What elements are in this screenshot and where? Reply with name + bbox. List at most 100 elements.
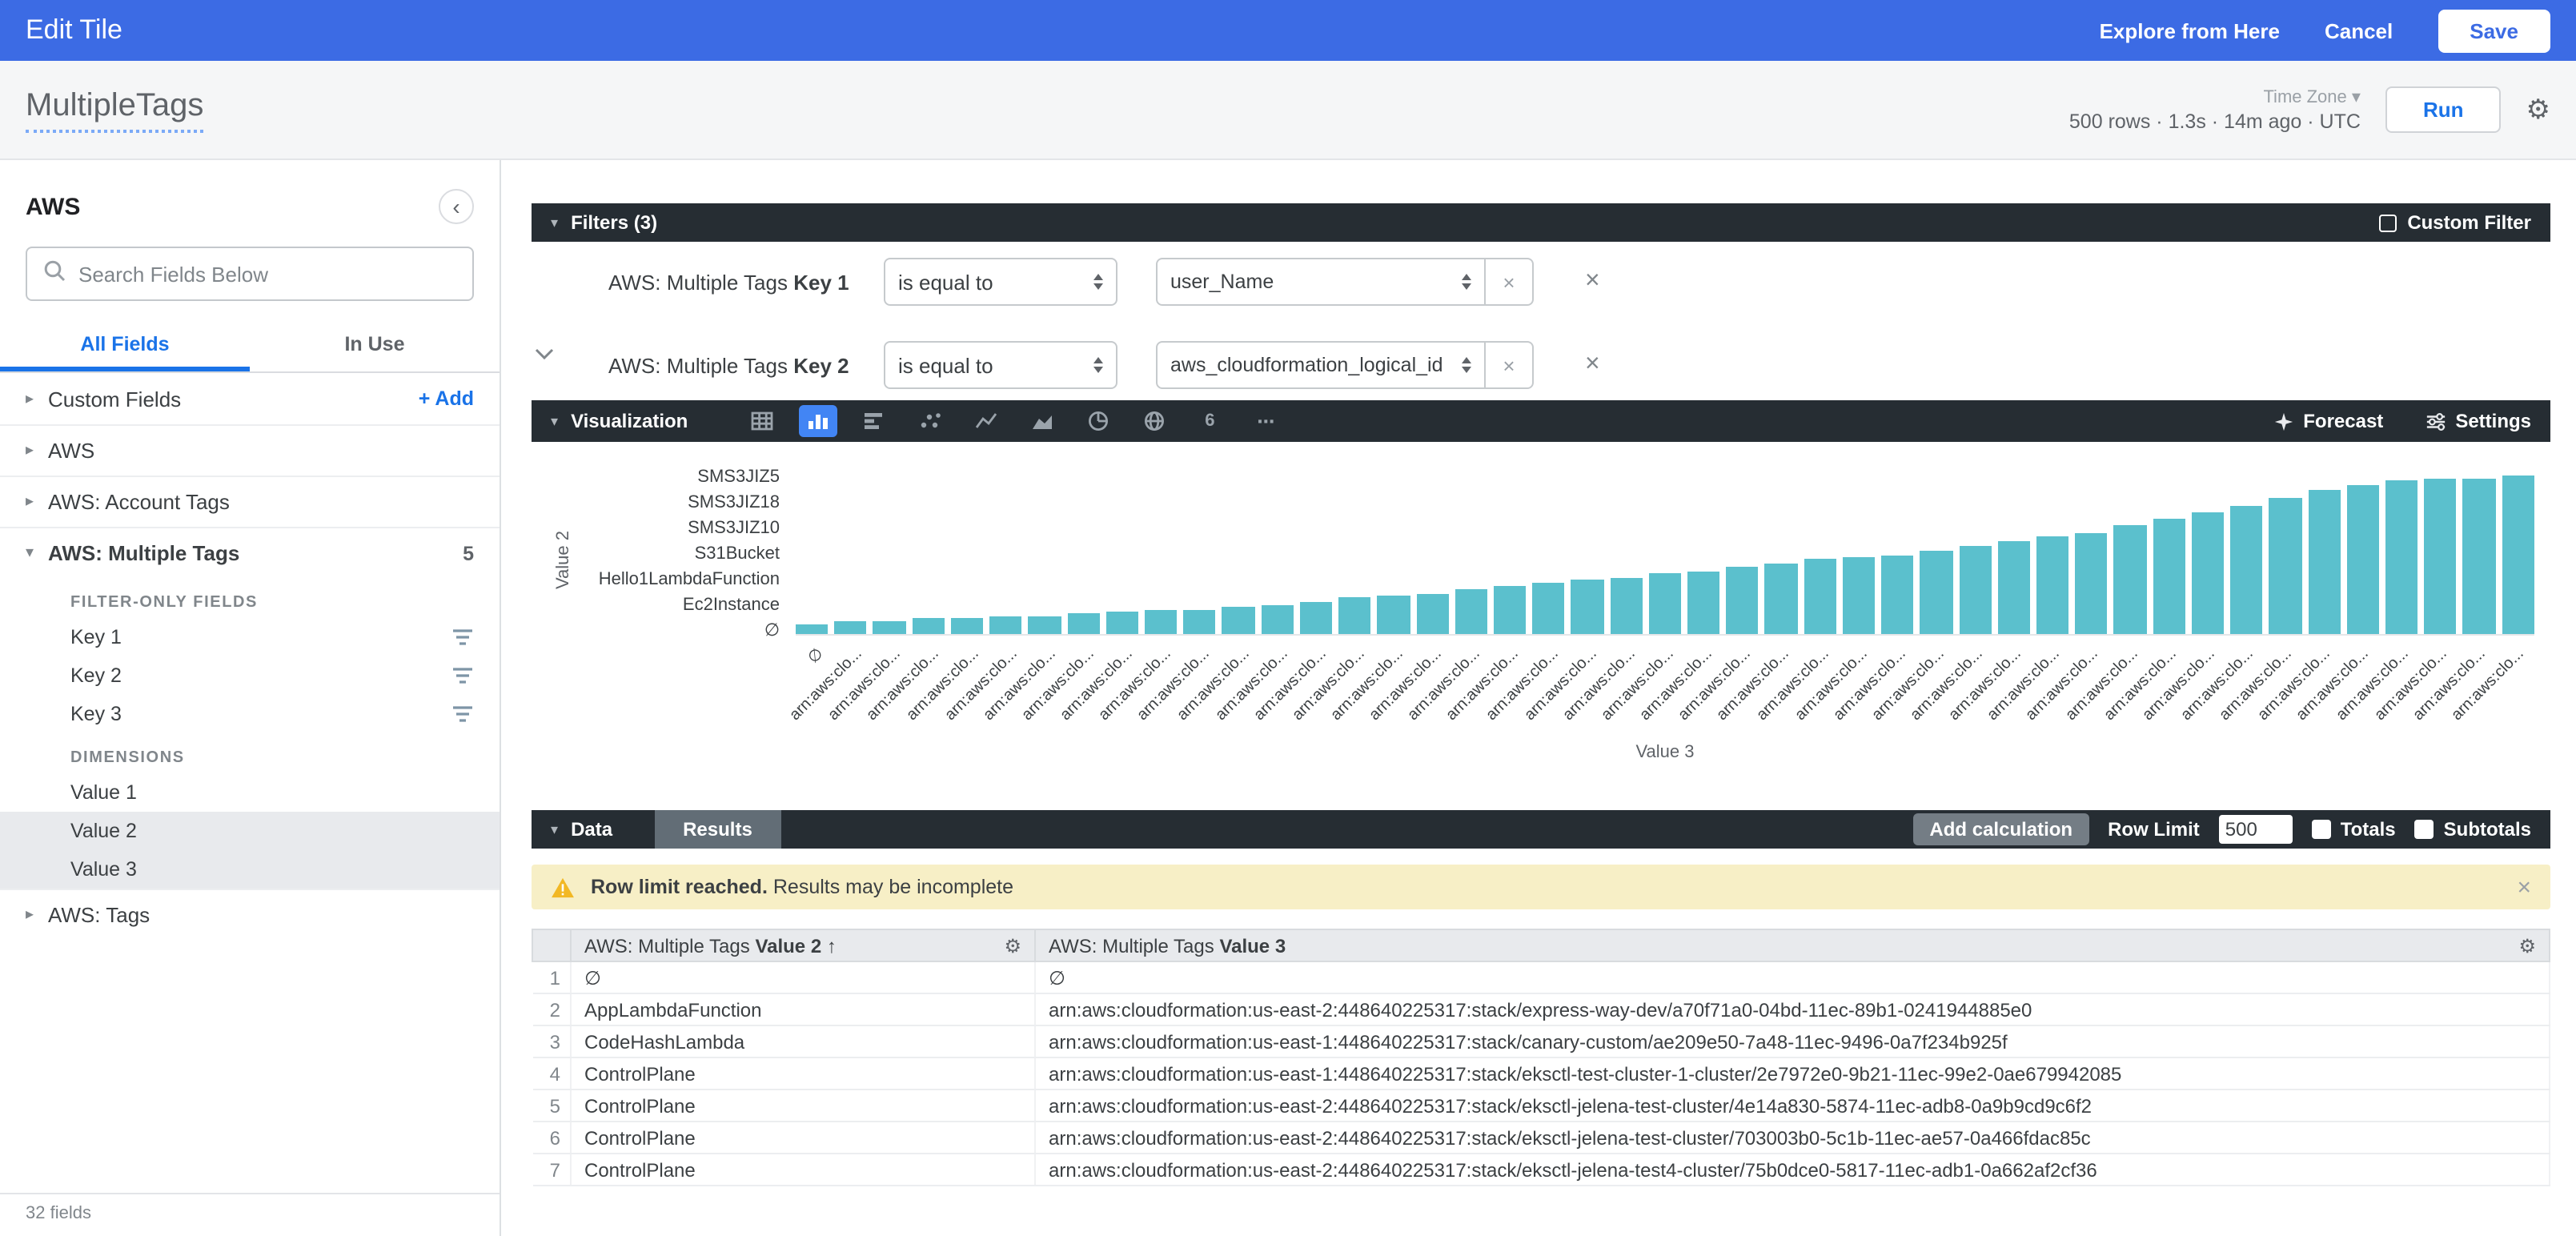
- dimension-row[interactable]: Value 2: [0, 812, 500, 850]
- chart-bar[interactable]: [2036, 537, 2068, 634]
- chart-bar[interactable]: [2114, 526, 2146, 634]
- chart-bar[interactable]: [1998, 541, 2030, 634]
- visualization-panel-header[interactable]: ▾ Visualization: [532, 400, 2550, 442]
- query-settings-gear-icon[interactable]: ⚙: [2526, 94, 2551, 126]
- chart-bar[interactable]: [1455, 589, 1487, 634]
- viz-type-more-icon[interactable]: ⋯: [1246, 405, 1285, 437]
- chart-bar[interactable]: [2269, 499, 2301, 634]
- cell-value3[interactable]: arn:aws:cloudformation:us-east-1:4486402…: [1035, 1025, 2550, 1057]
- viz-type-area-chart-icon[interactable]: [1022, 405, 1061, 437]
- row-limit-input[interactable]: [2219, 815, 2293, 844]
- add-custom-field-button[interactable]: + Add: [419, 387, 474, 410]
- chart-bar[interactable]: [2075, 532, 2107, 634]
- save-button[interactable]: Save: [2438, 9, 2550, 52]
- cell-value3[interactable]: arn:aws:cloudformation:us-east-2:4486402…: [1035, 1122, 2550, 1154]
- add-calculation-button[interactable]: Add calculation: [1913, 813, 2088, 845]
- chart-bar[interactable]: [2153, 519, 2185, 634]
- viz-type-single-value-icon[interactable]: 6: [1190, 405, 1229, 437]
- viz-type-bar-chart-icon[interactable]: [854, 405, 893, 437]
- chart-bar[interactable]: [1881, 555, 1913, 634]
- chart-bar[interactable]: [2192, 512, 2224, 634]
- chart-bar[interactable]: [1222, 607, 1254, 634]
- sidebar-item-aws[interactable]: ▸ AWS: [0, 424, 500, 476]
- chart-bar[interactable]: [1571, 580, 1603, 634]
- chart-bar[interactable]: [1804, 560, 1836, 634]
- chart-bar[interactable]: [1183, 609, 1215, 634]
- remove-filter-icon[interactable]: ×: [1585, 351, 1600, 379]
- column-header-value2[interactable]: AWS: Multiple Tags Value 2 ↑ ⚙: [571, 929, 1035, 961]
- chart-bar[interactable]: [989, 616, 1021, 634]
- chart-bar[interactable]: [912, 618, 944, 634]
- chart-bar[interactable]: [1145, 609, 1177, 634]
- chart-bar[interactable]: [873, 620, 905, 634]
- sidebar-item-tags[interactable]: ▸ AWS: Tags: [0, 889, 500, 940]
- chart-bar[interactable]: [1029, 616, 1061, 634]
- viz-settings-button[interactable]: Settings: [2425, 410, 2531, 432]
- dimension-row[interactable]: Value 3: [0, 850, 500, 889]
- cell-value3[interactable]: arn:aws:cloudformation:us-east-2:4486402…: [1035, 993, 2550, 1025]
- chart-bar[interactable]: [1727, 566, 1759, 634]
- data-tab[interactable]: Data: [571, 818, 612, 841]
- results-tab[interactable]: Results: [654, 810, 781, 849]
- collapse-caret-icon[interactable]: ▾: [551, 214, 558, 231]
- viz-type-column-chart-icon[interactable]: [798, 405, 837, 437]
- chart-bar[interactable]: [1610, 578, 1642, 635]
- chart-bar[interactable]: [1532, 582, 1564, 634]
- cell-value2[interactable]: ControlPlane: [571, 1057, 1035, 1090]
- filter-icon[interactable]: [451, 704, 474, 724]
- chart-bar[interactable]: [1261, 604, 1293, 634]
- cell-value3[interactable]: arn:aws:cloudformation:us-east-1:4486402…: [1035, 1057, 2550, 1090]
- column-gear-icon[interactable]: ⚙: [1004, 934, 1021, 957]
- explore-from-here-link[interactable]: Explore from Here: [2100, 18, 2280, 42]
- chart-bar[interactable]: [834, 620, 866, 634]
- cell-value3[interactable]: arn:aws:cloudformation:us-east-2:4486402…: [1035, 1154, 2550, 1186]
- tile-title-input[interactable]: MultipleTags: [26, 87, 203, 132]
- cell-value2[interactable]: AppLambdaFunction: [571, 993, 1035, 1025]
- chart-bar[interactable]: [1378, 596, 1410, 634]
- run-button[interactable]: Run: [2386, 86, 2501, 133]
- chart-bar[interactable]: [2308, 490, 2340, 634]
- cell-value3[interactable]: arn:aws:cloudformation:us-east-2:4486402…: [1035, 1090, 2550, 1122]
- viz-type-pie-chart-icon[interactable]: [1078, 405, 1117, 437]
- field-search-box[interactable]: [26, 247, 474, 301]
- cancel-button[interactable]: Cancel: [2325, 18, 2393, 42]
- clear-value-icon[interactable]: ×: [1486, 341, 1534, 389]
- filters-panel-header[interactable]: ▾ Filters (3) Custom Filter: [532, 203, 2550, 242]
- chart-bar[interactable]: [1649, 573, 1681, 634]
- viz-type-line-chart-icon[interactable]: [966, 405, 1005, 437]
- collapse-caret-icon[interactable]: ▾: [551, 821, 558, 838]
- filter-value-select[interactable]: user_Name: [1156, 258, 1486, 306]
- column-header-value3[interactable]: AWS: Multiple Tags Value 3 ⚙: [1035, 929, 2550, 961]
- chart-bar[interactable]: [1067, 614, 1099, 634]
- data-panel-header[interactable]: ▾ Data Results Add calculation Row Limit…: [532, 810, 2550, 849]
- totals-checkbox[interactable]: [2312, 820, 2331, 839]
- chart-bar[interactable]: [2347, 485, 2379, 634]
- chart-bar[interactable]: [1416, 593, 1448, 634]
- chart-bar[interactable]: [2463, 478, 2495, 634]
- cell-value2[interactable]: ControlPlane: [571, 1122, 1035, 1154]
- chart-bar[interactable]: [1959, 546, 1991, 634]
- chart-bar[interactable]: [1338, 598, 1370, 634]
- cell-value2[interactable]: ∅: [571, 961, 1035, 993]
- chart-bar[interactable]: [1843, 557, 1875, 634]
- filter-only-field-row[interactable]: Key 2: [0, 656, 500, 695]
- chart-bar[interactable]: [2230, 505, 2262, 634]
- viz-type-scatter-icon[interactable]: [910, 405, 949, 437]
- tab-in-use[interactable]: In Use: [250, 320, 500, 371]
- chart-bar[interactable]: [1765, 564, 1797, 634]
- forecast-button[interactable]: Forecast: [2273, 410, 2383, 432]
- sidebar-item-account-tags[interactable]: ▸ AWS: Account Tags: [0, 476, 500, 527]
- filter-operator-select[interactable]: is equal to: [884, 258, 1117, 306]
- tab-all-fields[interactable]: All Fields: [0, 320, 250, 371]
- sidebar-item-multiple-tags[interactable]: ▾ AWS: Multiple Tags 5: [0, 527, 500, 578]
- remove-filter-icon[interactable]: ×: [1585, 267, 1600, 296]
- custom-filter-checkbox[interactable]: [2378, 214, 2396, 231]
- chart-bar[interactable]: [2385, 480, 2418, 634]
- timezone-selector[interactable]: Time Zone ▾: [2263, 86, 2361, 107]
- dimension-row[interactable]: Value 1: [0, 773, 500, 812]
- cell-value2[interactable]: ControlPlane: [571, 1154, 1035, 1186]
- viz-type-map-icon[interactable]: [1134, 405, 1173, 437]
- chart-bar[interactable]: [1920, 551, 1952, 634]
- chart-bar[interactable]: [951, 618, 983, 634]
- collapse-caret-icon[interactable]: ▾: [551, 412, 558, 430]
